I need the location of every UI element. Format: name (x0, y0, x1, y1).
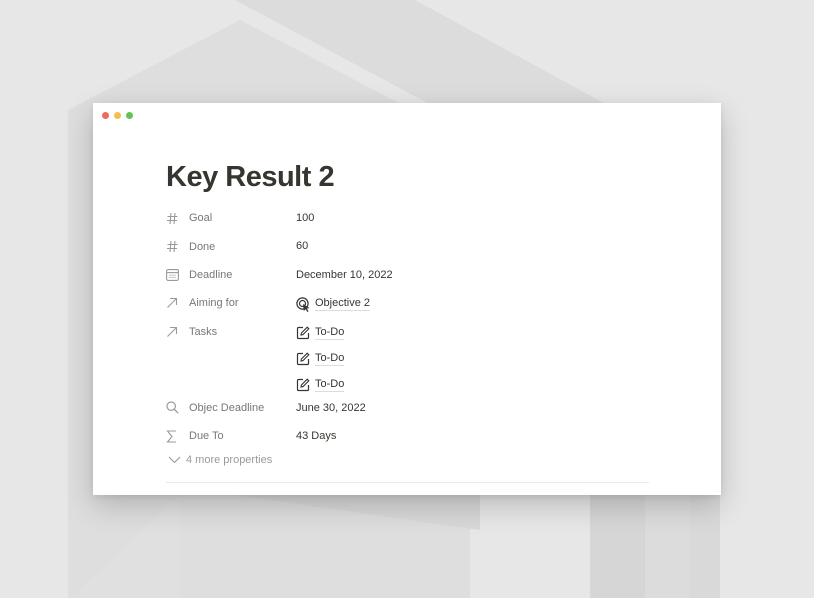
property-name: Objec Deadline (189, 401, 265, 414)
property-row-aiming-for[interactable]: Aiming for Objective 2 (166, 289, 656, 317)
property-row-done[interactable]: Done 60 (166, 232, 656, 260)
relation-item-task[interactable]: To-Do (296, 347, 345, 371)
property-value[interactable]: 100 (296, 204, 314, 232)
search-icon (166, 401, 186, 415)
window-controls (102, 112, 133, 119)
more-properties-toggle[interactable]: 4 more properties (168, 454, 272, 466)
properties-list: Goal 100 Done 60 Deadline December 10, 2… (166, 204, 656, 450)
target-icon (296, 296, 314, 312)
calendar-icon (166, 268, 186, 282)
property-key[interactable]: Aiming for (166, 289, 296, 317)
divider (166, 482, 649, 483)
minimize-window-button[interactable] (114, 112, 121, 119)
relation-arrow-icon (166, 296, 186, 310)
close-window-button[interactable] (102, 112, 109, 119)
property-name: Done (189, 240, 216, 253)
property-row-goal[interactable]: Goal 100 (166, 204, 656, 232)
edit-icon (296, 377, 314, 392)
property-value[interactable]: 43 Days (296, 422, 336, 450)
edit-icon (296, 325, 314, 340)
property-value[interactable]: June 30, 2022 (296, 394, 366, 422)
sigma-icon (166, 429, 186, 443)
property-key[interactable]: Deadline (166, 261, 296, 289)
property-key[interactable]: Due To (166, 422, 296, 450)
property-key[interactable]: Tasks (166, 318, 296, 346)
property-key[interactable]: Done (166, 232, 296, 260)
maximize-window-button[interactable] (126, 112, 133, 119)
relation-label: Objective 2 (315, 297, 371, 312)
property-name: Tasks (189, 325, 218, 338)
relation-arrow-icon (166, 325, 186, 339)
number-icon (166, 211, 186, 225)
relation-item[interactable]: Objective 2 (296, 292, 371, 316)
number-icon (166, 240, 186, 254)
property-row-due-to[interactable]: Due To 43 Days (166, 422, 656, 450)
property-name: Due To (189, 430, 224, 443)
relation-label: To-Do (315, 325, 345, 340)
property-row-tasks[interactable]: Tasks To-Do To-Do To-Do (166, 318, 656, 394)
more-properties-label: 4 more properties (186, 454, 273, 466)
relation-label: To-Do (315, 351, 345, 366)
property-value[interactable]: December 10, 2022 (296, 261, 393, 289)
property-row-deadline[interactable]: Deadline December 10, 2022 (166, 261, 656, 289)
property-row-objec-deadline[interactable]: Objec Deadline June 30, 2022 (166, 394, 656, 422)
property-name: Deadline (189, 268, 233, 281)
property-key[interactable]: Objec Deadline (166, 394, 296, 422)
relation-label: To-Do (315, 377, 345, 392)
relation-item-task[interactable]: To-Do (296, 321, 345, 345)
edit-icon (296, 351, 314, 366)
property-name: Goal (189, 212, 213, 225)
property-value[interactable]: 60 (296, 232, 308, 260)
property-key[interactable]: Goal (166, 204, 296, 232)
property-name: Aiming for (189, 297, 239, 310)
page-title[interactable]: Key Result 2 (166, 161, 335, 194)
chevron-down-icon (168, 456, 186, 464)
app-window: Key Result 2 Goal 100 Done 60 Deadline D… (93, 103, 721, 495)
